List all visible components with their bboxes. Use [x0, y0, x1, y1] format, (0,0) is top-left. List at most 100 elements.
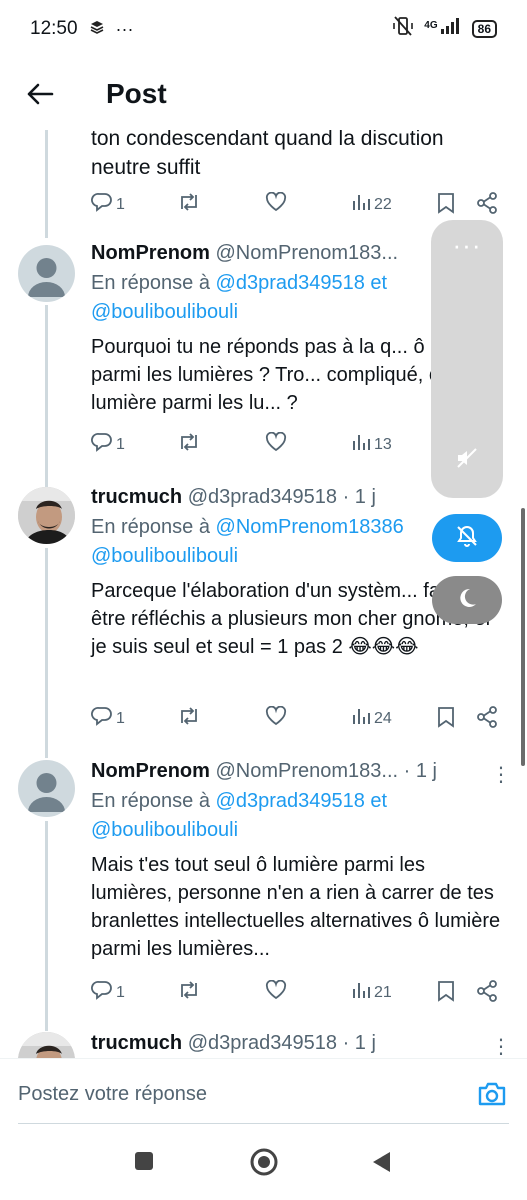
bookmark-icon	[437, 706, 455, 733]
reply-button[interactable]: 1	[91, 432, 125, 457]
like-button[interactable]	[265, 431, 287, 457]
bookmark-button[interactable]	[437, 706, 455, 733]
author-name[interactable]: trucmuch	[91, 1032, 182, 1054]
camera-icon[interactable]	[477, 1081, 507, 1112]
avatar[interactable]	[18, 245, 75, 302]
thread-line	[45, 548, 48, 758]
views-icon	[351, 706, 371, 731]
mention-link[interactable]: @bouliboulibouli	[91, 819, 238, 841]
tweet-text: Mais t'es tout seul ô lumière parmi les …	[91, 854, 501, 960]
thread-line	[45, 305, 48, 495]
system-navigation-bar	[0, 1130, 527, 1200]
vibrate-off-icon	[392, 16, 414, 42]
bookmark-icon	[437, 980, 455, 1007]
author-handle[interactable]: @d3prad349518	[188, 486, 337, 508]
views-button[interactable]: 24	[351, 706, 392, 731]
reply-context-prefix: En réponse à	[91, 272, 216, 294]
back-icon[interactable]	[370, 1150, 392, 1179]
share-icon	[476, 706, 498, 733]
more-icon[interactable]: ···	[431, 230, 503, 261]
avatar[interactable]	[18, 760, 75, 817]
share-icon	[476, 192, 498, 219]
reply-count: 1	[116, 709, 125, 727]
retweet-icon	[177, 192, 201, 217]
mention-link[interactable]: @d3prad349518	[216, 272, 365, 294]
tweet-actions: 1 21	[91, 979, 506, 1010]
share-button[interactable]	[476, 192, 498, 219]
share-button[interactable]	[476, 980, 498, 1007]
view-count: 13	[374, 435, 392, 453]
reply-icon	[91, 706, 113, 731]
retweet-icon	[177, 432, 201, 457]
mention-link[interactable]: @bouliboulibouli	[91, 545, 238, 567]
views-button[interactable]: 21	[351, 980, 392, 1005]
views-button[interactable]: 22	[351, 192, 392, 217]
share-button[interactable]	[476, 706, 498, 733]
tweet-actions: 1 24	[91, 705, 506, 736]
status-bar: 12:50 ··· 4G 86	[0, 0, 527, 58]
author-name[interactable]: trucmuch	[91, 486, 182, 508]
retweet-button[interactable]	[177, 706, 201, 731]
author-handle[interactable]: @NomPrenom183...	[215, 242, 398, 264]
battery-level: 86	[471, 20, 497, 38]
heart-icon	[265, 191, 287, 217]
author-name[interactable]: NomPrenom	[91, 242, 210, 264]
home-icon[interactable]	[249, 1147, 279, 1182]
like-button[interactable]	[265, 191, 287, 217]
top-app-bar: Post	[0, 58, 527, 130]
scrollbar[interactable]	[521, 508, 525, 766]
reply-context-prefix: En réponse à	[91, 790, 216, 812]
volume-panel[interactable]: ···	[431, 220, 503, 498]
mute-notifications-button[interactable]	[432, 514, 502, 562]
bookmark-button[interactable]	[437, 192, 455, 219]
reply-icon	[91, 980, 113, 1005]
views-button[interactable]: 13	[351, 432, 392, 457]
tweet-actions: 1 22	[91, 191, 506, 222]
more-options-icon[interactable]: ⋮	[491, 762, 511, 787]
reply-composer: Postez votre réponse	[0, 1058, 527, 1126]
reply-icon	[91, 192, 113, 217]
author-handle[interactable]: @d3prad349518	[188, 1032, 337, 1054]
share-icon	[476, 980, 498, 1007]
retweet-button[interactable]	[177, 980, 201, 1005]
mention-link[interactable]: @NomPrenom18386	[216, 516, 404, 538]
recents-icon[interactable]	[133, 1150, 155, 1177]
view-count: 24	[374, 709, 392, 727]
avatar[interactable]	[18, 487, 75, 544]
stack-icon	[90, 18, 104, 40]
reply-context-join: et	[364, 790, 388, 812]
reply-button[interactable]: 1	[91, 192, 125, 217]
reply-input[interactable]: Postez votre réponse	[18, 1083, 207, 1106]
avatar[interactable]	[18, 1032, 75, 1058]
more-options-icon[interactable]: ⋮	[491, 1034, 511, 1058]
network-label: 4G	[424, 19, 438, 31]
retweet-icon	[177, 980, 201, 1005]
reply-count: 1	[116, 983, 125, 1001]
retweet-button[interactable]	[177, 432, 201, 457]
view-count: 22	[374, 195, 392, 213]
reply-context: En réponse à @d3prad349518 et @bouliboul…	[91, 787, 511, 845]
sound-off-icon[interactable]	[455, 446, 479, 475]
author-name[interactable]: NomPrenom	[91, 760, 210, 782]
dark-mode-button[interactable]	[432, 576, 502, 624]
thread-line	[45, 118, 48, 238]
mention-link[interactable]: @bouliboulibouli	[91, 301, 238, 323]
author-handle[interactable]: @NomPrenom183...	[215, 760, 398, 782]
reply-button[interactable]: 1	[91, 706, 125, 731]
bookmark-button[interactable]	[437, 980, 455, 1007]
reply-button[interactable]: 1	[91, 980, 125, 1005]
heart-icon	[265, 979, 287, 1005]
reply-context-join: et	[364, 272, 388, 294]
back-arrow-icon[interactable]	[26, 79, 56, 109]
retweet-icon	[177, 706, 201, 731]
like-button[interactable]	[265, 705, 287, 731]
views-icon	[351, 192, 371, 217]
view-count: 21	[374, 983, 392, 1001]
bell-off-icon	[455, 524, 479, 553]
retweet-button[interactable]	[177, 192, 201, 217]
mention-link[interactable]: @d3prad349518	[216, 790, 365, 812]
like-button[interactable]	[265, 979, 287, 1005]
reply-icon	[91, 432, 113, 457]
status-time: 12:50	[30, 18, 78, 39]
signal-icon	[440, 17, 462, 41]
